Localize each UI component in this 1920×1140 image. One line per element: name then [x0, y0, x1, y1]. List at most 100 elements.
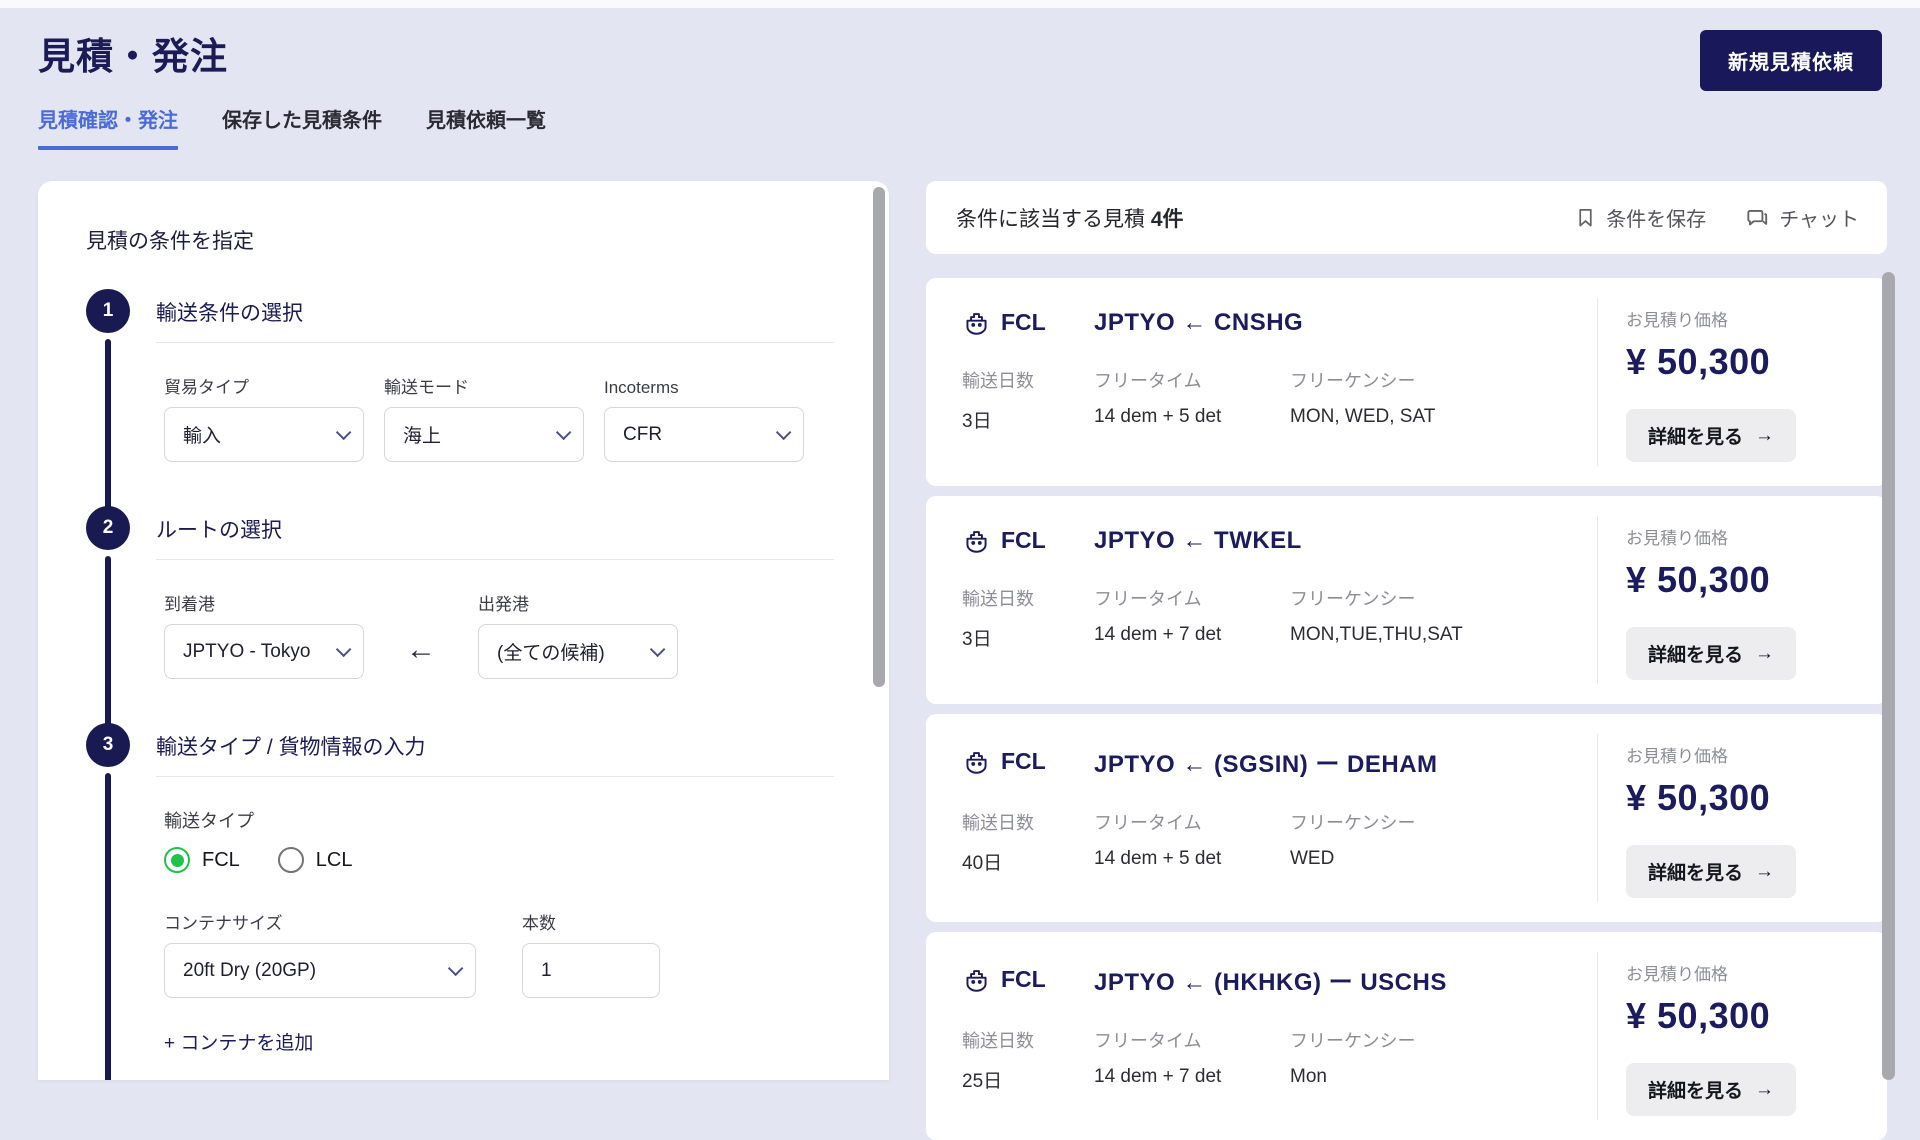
new-quote-request-button[interactable]: 新規見積依頼 [1700, 30, 1882, 91]
step-number-badge: 1 [86, 289, 130, 333]
transport-mode-label: 輸送モード [384, 378, 469, 397]
card-type-label: FCL [1001, 527, 1046, 553]
free-time-value: 14 dem + 5 det [1094, 848, 1222, 869]
quote-conditions-panel: 見積の条件を指定 1 輸送条件の選択 貿易タイプ 輸入 輸送モード 海上 Inc… [38, 181, 889, 1080]
step-number-badge: 2 [86, 506, 130, 550]
step-transport-conditions: 1 輸送条件の選択 貿易タイプ 輸入 輸送モード 海上 Incoterms CF… [86, 289, 834, 512]
departure-port-select[interactable]: (全ての候補) [478, 624, 678, 679]
frequency-label: フリーケンシー [1290, 1031, 1416, 1051]
trade-type-label: 貿易タイプ [164, 378, 249, 397]
incoterms-value: CFR [623, 423, 663, 445]
save-conditions-label: 条件を保存 [1606, 209, 1707, 231]
radio-fcl-label: FCL [202, 848, 240, 871]
card-route: JPTYO ← CNSHG [1094, 308, 1304, 336]
frequency-value: MON,TUE,THU,SAT [1290, 624, 1463, 645]
view-details-label: 詳細を見る [1648, 1081, 1744, 1102]
incoterms-label: Incoterms [604, 378, 679, 397]
results-count-text: 条件に該当する見積 [956, 207, 1145, 231]
departure-port-value: (全ての候補) [497, 643, 605, 664]
free-time-label: フリータイム [1094, 813, 1202, 833]
radio-fcl[interactable]: FCL [164, 847, 240, 873]
free-time-value: 14 dem + 7 det [1094, 624, 1222, 645]
price-label: お見積り価格 [1626, 311, 1728, 330]
transport-type-radio-group: FCL LCL [164, 847, 834, 873]
radio-lcl[interactable]: LCL [277, 847, 353, 873]
transport-type-label: 輸送タイプ [164, 811, 254, 831]
days-label: 輸送日数 [962, 1031, 1034, 1051]
days-label: 輸送日数 [962, 813, 1034, 833]
trade-type-value: 輸入 [183, 426, 222, 447]
step-title: 輸送条件の選択 [156, 302, 303, 325]
chat-label: チャット [1779, 209, 1859, 231]
radio-lcl-label: LCL [315, 848, 353, 871]
chevron-down-icon [447, 960, 464, 977]
frequency-value: MON, WED, SAT [1290, 406, 1436, 427]
container-size-select[interactable]: 20ft Dry (20GP) [164, 943, 476, 998]
quote-card: FCL JPTYO ← (HKHKG) ー USCHS 輸送日数 フリータイム … [926, 932, 1887, 1140]
view-details-button[interactable]: 詳細を見る → [1626, 1063, 1797, 1116]
frequency-label: フリーケンシー [1290, 371, 1416, 391]
price-label: お見積り価格 [1626, 965, 1728, 984]
top-strip [0, 0, 1920, 8]
chat-icon [1747, 209, 1768, 225]
incoterms-select[interactable]: CFR [604, 407, 804, 462]
left-panel-scrollbar[interactable] [873, 187, 885, 687]
ship-icon [966, 531, 987, 553]
bookmark-icon [1579, 208, 1592, 227]
days-value: 40日 [962, 853, 1003, 874]
frequency-label: フリーケンシー [1290, 589, 1416, 609]
transport-mode-select[interactable]: 海上 [384, 407, 584, 462]
arrow-right-icon: → [1755, 424, 1775, 446]
card-route: JPTYO ← (SGSIN) ー DEHAM [1094, 751, 1438, 778]
step-transport-type-cargo: 3 輸送タイプ / 貨物情報の入力 輸送タイプ FCL LCL コンテナサイズ … [86, 723, 834, 1080]
card-type-label: FCL [1001, 748, 1046, 774]
card-type-label: FCL [1001, 966, 1046, 992]
container-size-value: 20ft Dry (20GP) [183, 959, 317, 981]
card-route: JPTYO ← (HKHKG) ー USCHS [1094, 969, 1447, 996]
price-value: ¥ 50,300 [1626, 559, 1771, 600]
price-label: お見積り価格 [1626, 529, 1728, 548]
quote-results-column: 条件に該当する見積 4件 条件を保存 チャット FCL JPTYO ← CNSH… [926, 181, 1887, 1140]
view-details-button[interactable]: 詳細を見る → [1626, 409, 1797, 462]
free-time-value: 14 dem + 5 det [1094, 406, 1222, 427]
price-value: ¥ 50,300 [1626, 341, 1771, 382]
trade-type-select[interactable]: 輸入 [164, 407, 364, 462]
chevron-down-icon [775, 424, 792, 441]
quantity-label: 本数 [522, 914, 556, 933]
tab-quote-confirm-order[interactable]: 見積確認・発注 [38, 104, 178, 150]
results-scrollbar[interactable] [1882, 272, 1895, 1080]
price-value: ¥ 50,300 [1626, 995, 1771, 1036]
chevron-down-icon [335, 641, 352, 658]
save-conditions-button[interactable]: 条件を保存 [1574, 203, 1706, 232]
chevron-down-icon [555, 424, 572, 441]
view-details-button[interactable]: 詳細を見る → [1626, 845, 1797, 898]
card-type-label: FCL [1001, 309, 1046, 335]
tab-bar: 見積確認・発注 保存した見積条件 見積依頼一覧 [38, 104, 546, 150]
quote-card: FCL JPTYO ← TWKEL 輸送日数 フリータイム フリーケンシー 3日… [926, 496, 1887, 704]
days-value: 3日 [962, 629, 992, 650]
radio-selected-icon [164, 847, 190, 873]
ship-icon [966, 752, 987, 774]
price-value: ¥ 50,300 [1626, 777, 1771, 818]
departure-port-label: 出発港 [478, 595, 529, 614]
add-container-link[interactable]: + コンテナを追加 [164, 1028, 313, 1055]
arrow-right-icon: → [1755, 860, 1775, 882]
frequency-label: フリーケンシー [1290, 813, 1416, 833]
transport-mode-value: 海上 [403, 426, 442, 447]
days-label: 輸送日数 [962, 589, 1034, 609]
arrival-port-select[interactable]: JPTYO - Tokyo [164, 624, 364, 679]
tab-saved-quote-conditions[interactable]: 保存した見積条件 [222, 104, 382, 150]
quote-card: FCL JPTYO ← CNSHG 輸送日数 フリータイム フリーケンシー 3日… [926, 278, 1887, 486]
view-details-button[interactable]: 詳細を見る → [1626, 627, 1797, 680]
frequency-value: WED [1290, 848, 1335, 869]
quantity-input[interactable] [522, 943, 660, 998]
arrival-port-value: JPTYO - Tokyo [183, 640, 311, 662]
chat-button[interactable]: チャット [1744, 203, 1859, 232]
step-number-badge: 3 [86, 723, 130, 767]
arrival-port-label: 到着港 [164, 595, 215, 614]
days-value: 3日 [962, 411, 992, 432]
quotes-page: 見積・発注 新規見積依頼 見積確認・発注 保存した見積条件 見積依頼一覧 見積の… [0, 0, 1920, 1140]
tab-quote-request-list[interactable]: 見積依頼一覧 [426, 104, 546, 150]
view-details-label: 詳細を見る [1648, 427, 1744, 448]
view-details-label: 詳細を見る [1648, 645, 1744, 666]
